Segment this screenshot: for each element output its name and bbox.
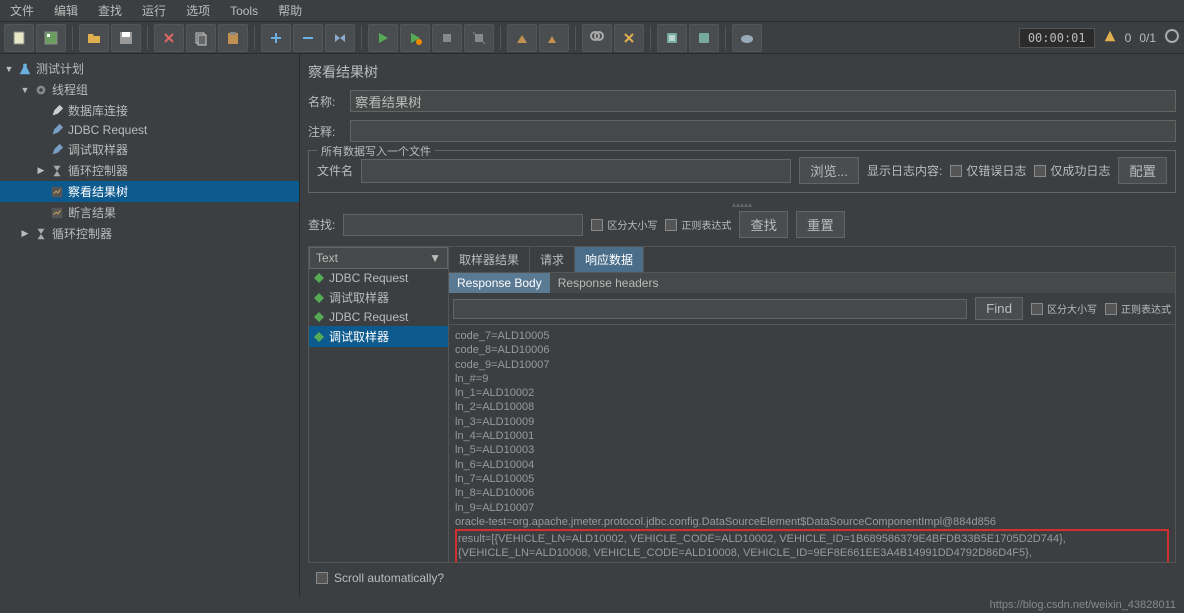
- result-item[interactable]: JDBC Request: [309, 269, 448, 287]
- find-regex-label: 正则表达式: [1121, 301, 1171, 316]
- tree-item[interactable]: 断言结果: [0, 202, 299, 223]
- template-icon[interactable]: [36, 24, 66, 52]
- timer: 00:00:01: [1019, 28, 1095, 48]
- response-body[interactable]: code_7=ALD10005code_8=ALD10006code_9=ALD…: [449, 325, 1175, 562]
- menu-edit[interactable]: 编辑: [48, 0, 84, 21]
- file-section-legend: 所有数据写入一个文件: [317, 143, 435, 159]
- only-error-label: 仅错误日志: [966, 162, 1026, 179]
- case-checkbox[interactable]: [591, 219, 603, 231]
- paste-icon[interactable]: [218, 24, 248, 52]
- page-title: 察看结果树: [308, 62, 1176, 82]
- tree-item[interactable]: ▶循环控制器: [0, 223, 299, 244]
- tree-item[interactable]: JDBC Request: [0, 121, 299, 139]
- start-notimer-icon[interactable]: [400, 24, 430, 52]
- clear-icon[interactable]: [507, 24, 537, 52]
- menu-run[interactable]: 运行: [136, 0, 172, 21]
- tree-item[interactable]: ▶循环控制器: [0, 160, 299, 181]
- menubar: 文件 编辑 查找 运行 选项 Tools 帮助: [0, 0, 1184, 22]
- find-button[interactable]: Find: [975, 297, 1023, 320]
- start-icon[interactable]: [368, 24, 398, 52]
- subtab-response-body[interactable]: Response Body: [449, 273, 550, 293]
- cloud-icon[interactable]: [732, 24, 762, 52]
- collapse-icon[interactable]: [293, 24, 323, 52]
- test-plan-tree[interactable]: ▼测试计划▼线程组数据库连接JDBC Request调试取样器▶循环控制器察看结…: [0, 54, 300, 597]
- tab-response-data[interactable]: 响应数据: [575, 247, 644, 272]
- clear-all-icon[interactable]: [539, 24, 569, 52]
- expand-icon[interactable]: [261, 24, 291, 52]
- menu-file[interactable]: 文件: [4, 0, 40, 21]
- reset-button[interactable]: 重置: [796, 211, 845, 238]
- warning-icon: [1103, 29, 1117, 46]
- reset-search-icon[interactable]: [614, 24, 644, 52]
- tree-item[interactable]: ▼测试计划: [0, 58, 299, 79]
- toggle-icon[interactable]: [325, 24, 355, 52]
- toolbar: 00:00:01 0 0/1: [0, 22, 1184, 54]
- only-success-label: 仅成功日志: [1050, 162, 1110, 179]
- find-case-checkbox[interactable]: [1031, 303, 1043, 315]
- save-icon[interactable]: [111, 24, 141, 52]
- stop-icon[interactable]: [432, 24, 462, 52]
- subtab-response-headers[interactable]: Response headers: [550, 273, 667, 293]
- tree-item[interactable]: 察看结果树: [0, 181, 299, 202]
- scroll-auto-checkbox[interactable]: [316, 572, 328, 584]
- thread-count: 0/1: [1139, 31, 1156, 45]
- tree-item[interactable]: 数据库连接: [0, 100, 299, 121]
- log-label: 显示日志内容:: [867, 162, 942, 179]
- chevron-down-icon: ▼: [429, 251, 441, 265]
- find-input[interactable]: [453, 299, 967, 319]
- shutdown-icon[interactable]: [464, 24, 494, 52]
- regex-checkbox[interactable]: [665, 219, 677, 231]
- search-button[interactable]: 查找: [739, 211, 788, 238]
- help-icon[interactable]: [689, 24, 719, 52]
- menu-help[interactable]: 帮助: [272, 0, 308, 21]
- watermark: https://blog.csdn.net/weixin_43828011: [990, 599, 1176, 611]
- comment-label: 注释:: [308, 123, 344, 140]
- regex-label: 正则表达式: [681, 217, 731, 232]
- tab-request[interactable]: 请求: [530, 247, 575, 272]
- search-icon[interactable]: [582, 24, 612, 52]
- result-item[interactable]: JDBC Request: [309, 308, 448, 326]
- result-item[interactable]: 调试取样器: [309, 326, 448, 347]
- filename-input[interactable]: [361, 159, 791, 183]
- tree-item[interactable]: ▼线程组: [0, 79, 299, 100]
- function-icon[interactable]: [657, 24, 687, 52]
- comment-input[interactable]: [350, 120, 1176, 142]
- refresh-icon[interactable]: [1164, 28, 1180, 47]
- warn-count: 0: [1125, 31, 1132, 45]
- copy-icon[interactable]: [186, 24, 216, 52]
- browse-button[interactable]: 浏览...: [799, 157, 859, 184]
- tree-item[interactable]: 调试取样器: [0, 139, 299, 160]
- open-icon[interactable]: [79, 24, 109, 52]
- details-panel: 察看结果树 名称: 注释: 所有数据写入一个文件 文件名 浏览... 显示日志内…: [300, 54, 1184, 597]
- file-label: 文件名: [317, 162, 353, 179]
- only-success-checkbox[interactable]: [1034, 165, 1046, 177]
- menu-search[interactable]: 查找: [92, 0, 128, 21]
- scroll-auto-label: Scroll automatically?: [334, 571, 444, 585]
- only-error-checkbox[interactable]: [950, 165, 962, 177]
- find-regex-checkbox[interactable]: [1105, 303, 1117, 315]
- splitter[interactable]: ▴▴▴▴▴: [308, 201, 1176, 207]
- result-list[interactable]: JDBC Request调试取样器JDBC Request调试取样器: [309, 269, 448, 562]
- result-item[interactable]: 调试取样器: [309, 287, 448, 308]
- name-input[interactable]: [350, 90, 1176, 112]
- menu-tools[interactable]: Tools: [224, 2, 264, 20]
- renderer-combo[interactable]: Text▼: [309, 247, 448, 269]
- cut-icon[interactable]: [154, 24, 184, 52]
- search-label: 查找:: [308, 216, 335, 233]
- find-case-label: 区分大小写: [1047, 301, 1097, 316]
- new-icon[interactable]: [4, 24, 34, 52]
- configure-button[interactable]: 配置: [1118, 157, 1167, 184]
- case-label: 区分大小写: [607, 217, 657, 232]
- menu-options[interactable]: 选项: [180, 0, 216, 21]
- name-label: 名称:: [308, 93, 344, 110]
- search-input[interactable]: [343, 214, 583, 236]
- tab-sampler-result[interactable]: 取样器结果: [449, 247, 530, 272]
